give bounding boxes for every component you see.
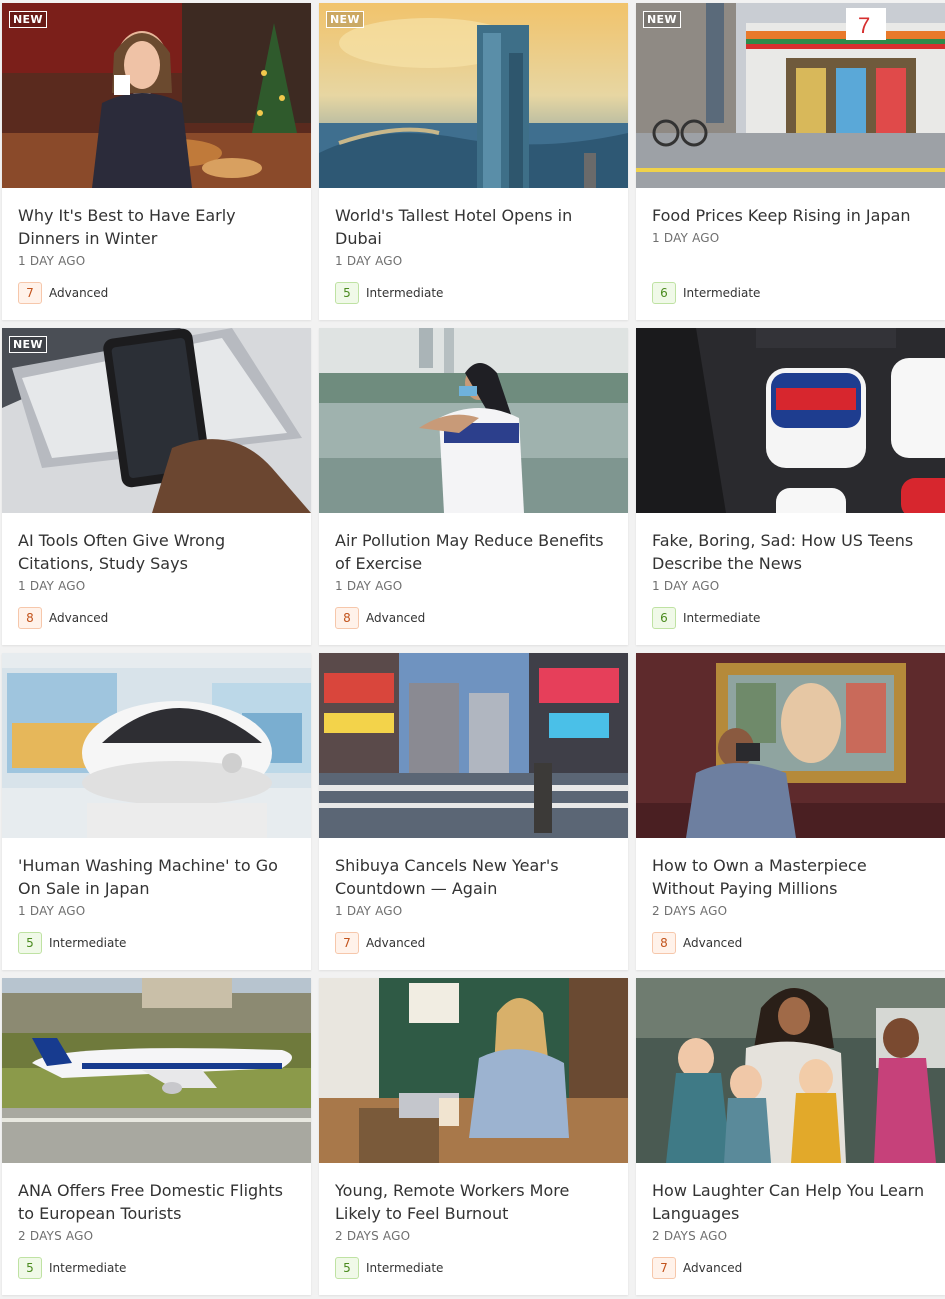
level-label: Intermediate xyxy=(366,286,444,300)
level-label: Advanced xyxy=(49,286,109,300)
article-card[interactable]: NEW AI Tools Often Give Wrong Citations,… xyxy=(2,328,311,645)
article-card[interactable]: How Laughter Can Help You Learn Language… xyxy=(636,978,945,1295)
article-card[interactable]: 7 NEW Food Prices Keep Rising in Japan 1… xyxy=(636,3,945,320)
level-label: Advanced xyxy=(683,1261,743,1275)
new-badge: NEW xyxy=(9,336,47,353)
article-card[interactable]: NEW Why It's Best to Have Early Dinners … xyxy=(2,3,311,320)
level-number: 6 xyxy=(652,282,676,304)
article-thumbnail[interactable] xyxy=(636,328,945,513)
article-grid: NEW Why It's Best to Have Early Dinners … xyxy=(2,3,945,1295)
article-card[interactable]: ANA Offers Free Domestic Flights to Euro… xyxy=(2,978,311,1295)
article-thumbnail[interactable] xyxy=(2,978,311,1163)
article-age: 1 DAY AGO xyxy=(652,231,720,245)
article-age: 1 DAY AGO xyxy=(335,579,403,593)
new-badge: NEW xyxy=(643,11,681,28)
level-indicator: 8 Advanced xyxy=(335,607,425,629)
article-age: 1 DAY AGO xyxy=(335,904,403,918)
level-indicator: 7 Advanced xyxy=(335,932,425,954)
article-age: 1 DAY AGO xyxy=(18,579,86,593)
article-thumbnail[interactable] xyxy=(319,978,628,1163)
article-age: 2 DAYS AGO xyxy=(335,1229,411,1243)
article-card[interactable]: How to Own a Masterpiece Without Paying … xyxy=(636,653,945,970)
article-thumbnail[interactable] xyxy=(636,978,945,1163)
level-indicator: 5 Intermediate xyxy=(335,1257,443,1279)
article-thumbnail[interactable]: NEW xyxy=(319,3,628,188)
article-title[interactable]: AI Tools Often Give Wrong Citations, Stu… xyxy=(18,529,296,575)
article-title[interactable]: Fake, Boring, Sad: How US Teens Describe… xyxy=(652,529,930,575)
level-number: 7 xyxy=(652,1257,676,1279)
article-age: 2 DAYS AGO xyxy=(18,1229,94,1243)
level-label: Intermediate xyxy=(683,611,761,625)
article-card[interactable]: Fake, Boring, Sad: How US Teens Describe… xyxy=(636,328,945,645)
article-thumbnail[interactable] xyxy=(2,653,311,838)
level-number: 5 xyxy=(335,282,359,304)
article-title[interactable]: ANA Offers Free Domestic Flights to Euro… xyxy=(18,1179,296,1225)
level-indicator: 8 Advanced xyxy=(652,932,742,954)
level-number: 8 xyxy=(335,607,359,629)
article-card[interactable]: Air Pollution May Reduce Benefits of Exe… xyxy=(319,328,628,645)
article-age: 1 DAY AGO xyxy=(18,254,86,268)
level-number: 5 xyxy=(335,1257,359,1279)
article-age: 2 DAYS AGO xyxy=(652,904,728,918)
level-label: Advanced xyxy=(49,611,109,625)
article-age: 1 DAY AGO xyxy=(18,904,86,918)
article-title[interactable]: Young, Remote Workers More Likely to Fee… xyxy=(335,1179,613,1225)
level-number: 7 xyxy=(18,282,42,304)
level-indicator: 8 Advanced xyxy=(18,607,108,629)
level-number: 8 xyxy=(18,607,42,629)
article-card[interactable]: Young, Remote Workers More Likely to Fee… xyxy=(319,978,628,1295)
article-age: 1 DAY AGO xyxy=(652,579,720,593)
level-indicator: 5 Intermediate xyxy=(18,1257,126,1279)
article-title[interactable]: Shibuya Cancels New Year's Countdown — A… xyxy=(335,854,613,900)
article-title[interactable]: How to Own a Masterpiece Without Paying … xyxy=(652,854,930,900)
article-title[interactable]: Air Pollution May Reduce Benefits of Exe… xyxy=(335,529,613,575)
article-thumbnail[interactable]: NEW xyxy=(2,3,311,188)
level-indicator: 7 Advanced xyxy=(652,1257,742,1279)
level-indicator: 6 Intermediate xyxy=(652,282,760,304)
svg-text:7: 7 xyxy=(858,13,870,38)
article-thumbnail[interactable] xyxy=(319,653,628,838)
article-title[interactable]: How Laughter Can Help You Learn Language… xyxy=(652,1179,930,1225)
article-card[interactable]: 'Human Washing Machine' to Go On Sale in… xyxy=(2,653,311,970)
article-thumbnail[interactable] xyxy=(636,653,945,838)
level-number: 8 xyxy=(652,932,676,954)
level-indicator: 5 Intermediate xyxy=(335,282,443,304)
level-number: 5 xyxy=(18,1257,42,1279)
level-number: 5 xyxy=(18,932,42,954)
article-card[interactable]: Shibuya Cancels New Year's Countdown — A… xyxy=(319,653,628,970)
article-thumbnail[interactable]: 7 NEW xyxy=(636,3,945,188)
article-age: 1 DAY AGO xyxy=(335,254,403,268)
article-card[interactable]: NEW World's Tallest Hotel Opens in Dubai… xyxy=(319,3,628,320)
level-label: Advanced xyxy=(683,936,743,950)
level-label: Intermediate xyxy=(49,936,127,950)
level-indicator: 6 Intermediate xyxy=(652,607,760,629)
level-label: Advanced xyxy=(366,936,426,950)
level-indicator: 5 Intermediate xyxy=(18,932,126,954)
level-number: 6 xyxy=(652,607,676,629)
new-badge: NEW xyxy=(9,11,47,28)
level-label: Intermediate xyxy=(366,1261,444,1275)
level-number: 7 xyxy=(335,932,359,954)
article-thumbnail[interactable] xyxy=(319,328,628,513)
article-title[interactable]: World's Tallest Hotel Opens in Dubai xyxy=(335,204,613,250)
level-label: Intermediate xyxy=(683,286,761,300)
level-indicator: 7 Advanced xyxy=(18,282,108,304)
article-title[interactable]: Food Prices Keep Rising in Japan xyxy=(652,204,930,227)
article-thumbnail[interactable]: NEW xyxy=(2,328,311,513)
new-badge: NEW xyxy=(326,11,364,28)
article-title[interactable]: 'Human Washing Machine' to Go On Sale in… xyxy=(18,854,296,900)
article-age: 2 DAYS AGO xyxy=(652,1229,728,1243)
level-label: Advanced xyxy=(366,611,426,625)
level-label: Intermediate xyxy=(49,1261,127,1275)
article-title[interactable]: Why It's Best to Have Early Dinners in W… xyxy=(18,204,296,250)
